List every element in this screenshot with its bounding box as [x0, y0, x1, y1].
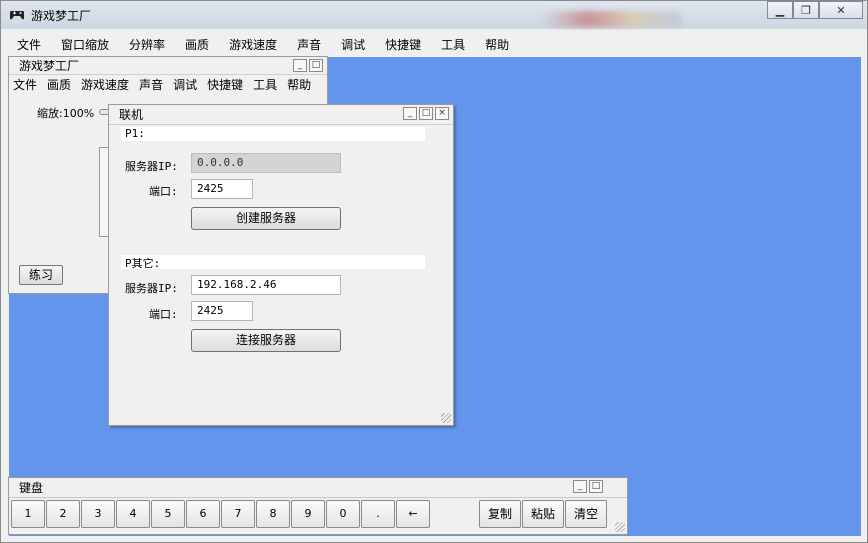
key-0[interactable]: 0	[326, 500, 360, 528]
menu-shortcuts[interactable]: 快捷键	[385, 36, 421, 53]
game-menu-quality[interactable]: 画质	[47, 76, 71, 93]
game-menu-tools[interactable]: 工具	[253, 76, 277, 93]
window-controls: ▁ ❐ ✕	[767, 1, 863, 21]
keyboard-title: 键盘	[19, 481, 44, 495]
zoom-label: 缩放:100%	[37, 107, 95, 120]
key-9[interactable]: 9	[291, 500, 325, 528]
menu-sound[interactable]: 声音	[297, 36, 321, 53]
keyboard-titlebar: 键盘 _ □	[9, 478, 627, 498]
netplay-window: 联机 _ □ × P1: 服务器IP: 0.0.0.0 端口: 2425 创建服…	[108, 104, 454, 426]
restore-button[interactable]: ❐	[793, 1, 819, 19]
close-icon: ✕	[836, 3, 846, 17]
menu-game-speed[interactable]: 游戏速度	[229, 36, 277, 53]
server-ip-field[interactable]: 0.0.0.0	[191, 153, 341, 173]
key-7[interactable]: 7	[221, 500, 255, 528]
key-dot[interactable]: .	[361, 500, 395, 528]
restore-icon: ❐	[801, 3, 811, 17]
kbd-maximize-button[interactable]: □	[589, 480, 603, 493]
key-1[interactable]: 1	[11, 500, 45, 528]
close-icon: ×	[438, 108, 446, 118]
close-button[interactable]: ✕	[819, 1, 863, 19]
netplay-titlebar: 联机 _ □ ×	[109, 105, 453, 125]
game-menu-speed[interactable]: 游戏速度	[81, 76, 129, 93]
p-other-bar	[121, 255, 425, 269]
server-ip-label: 服务器IP:	[125, 160, 178, 173]
minimize-icon: _	[577, 481, 583, 491]
minimize-icon: _	[407, 108, 413, 118]
kbd-minimize-button[interactable]: _	[573, 480, 587, 493]
resize-grip[interactable]	[441, 413, 451, 423]
keyboard-window: 键盘 _ □ 1 2 3 4 5 6 7 8 9 0 . ← 复制 粘贴 清空	[8, 477, 628, 535]
port-label: 端口:	[149, 185, 178, 198]
menu-resolution[interactable]: 分辨率	[129, 36, 165, 53]
menu-window-zoom[interactable]: 窗口缩放	[61, 36, 109, 53]
game-menu-help[interactable]: 帮助	[287, 76, 311, 93]
window-title: 游戏梦工厂	[31, 9, 92, 23]
practice-button[interactable]: 练习	[19, 265, 63, 285]
menu-tools[interactable]: 工具	[441, 36, 465, 53]
net-minimize-button[interactable]: _	[403, 107, 417, 120]
port-field-2[interactable]: 2425	[191, 301, 253, 321]
title-bar: 游戏梦工厂 ▁ ❐ ✕	[1, 1, 867, 29]
game-minimize-button[interactable]: _	[293, 59, 307, 72]
game-menu-debug[interactable]: 调试	[173, 76, 197, 93]
key-8[interactable]: 8	[256, 500, 290, 528]
key-2[interactable]: 2	[46, 500, 80, 528]
game-menu-file[interactable]: 文件	[13, 76, 37, 93]
key-6[interactable]: 6	[186, 500, 220, 528]
p-other-label: P其它:	[125, 257, 161, 270]
maximize-icon: □	[311, 60, 321, 70]
menu-bar: 文件 窗口缩放 分辨率 画质 游戏速度 声音 调试 快捷键 工具 帮助	[9, 31, 861, 57]
key-3[interactable]: 3	[81, 500, 115, 528]
maximize-icon: □	[591, 481, 601, 491]
copy-button[interactable]: 复制	[479, 500, 521, 528]
p1-bar	[121, 127, 425, 141]
game-menu-sound[interactable]: 声音	[139, 76, 163, 93]
key-spacer	[431, 500, 479, 528]
netplay-title: 联机	[119, 108, 144, 122]
backspace-key[interactable]: ←	[396, 500, 430, 528]
key-5[interactable]: 5	[151, 500, 185, 528]
connect-server-button[interactable]: 连接服务器	[191, 329, 341, 352]
minimize-button[interactable]: ▁	[767, 1, 793, 19]
gamepad-icon	[10, 11, 24, 20]
game-maximize-button[interactable]: □	[309, 59, 323, 72]
key-4[interactable]: 4	[116, 500, 150, 528]
clear-button[interactable]: 清空	[565, 500, 607, 528]
menu-quality[interactable]: 画质	[185, 36, 209, 53]
menu-debug[interactable]: 调试	[341, 36, 365, 53]
game-window-titlebar: 游戏梦工厂 _ □	[9, 57, 327, 75]
net-maximize-button[interactable]: □	[419, 107, 433, 120]
net-close-button[interactable]: ×	[435, 107, 449, 120]
background-blur	[541, 11, 681, 27]
port-label-2: 端口:	[149, 308, 178, 321]
server-ip-field-2[interactable]: 192.168.2.46	[191, 275, 341, 295]
paste-button[interactable]: 粘贴	[522, 500, 564, 528]
minimize-icon: _	[297, 60, 303, 70]
minimize-icon: ▁	[775, 3, 785, 17]
maximize-icon: □	[421, 108, 431, 118]
menu-help[interactable]: 帮助	[485, 36, 509, 53]
keyboard-resize-grip[interactable]	[615, 522, 625, 532]
game-window-title: 游戏梦工厂	[19, 59, 80, 73]
port-field[interactable]: 2425	[191, 179, 253, 199]
game-menu-bar: 文件 画质 游戏速度 声音 调试 快捷键 工具 帮助	[9, 75, 327, 93]
server-ip-label-2: 服务器IP:	[125, 282, 178, 295]
game-menu-shortcuts[interactable]: 快捷键	[207, 76, 243, 93]
create-server-button[interactable]: 创建服务器	[191, 207, 341, 230]
key-row: 1 2 3 4 5 6 7 8 9 0 . ← 复制 粘贴 清空	[11, 500, 608, 528]
p1-label: P1:	[125, 127, 145, 140]
menu-file[interactable]: 文件	[17, 36, 41, 53]
